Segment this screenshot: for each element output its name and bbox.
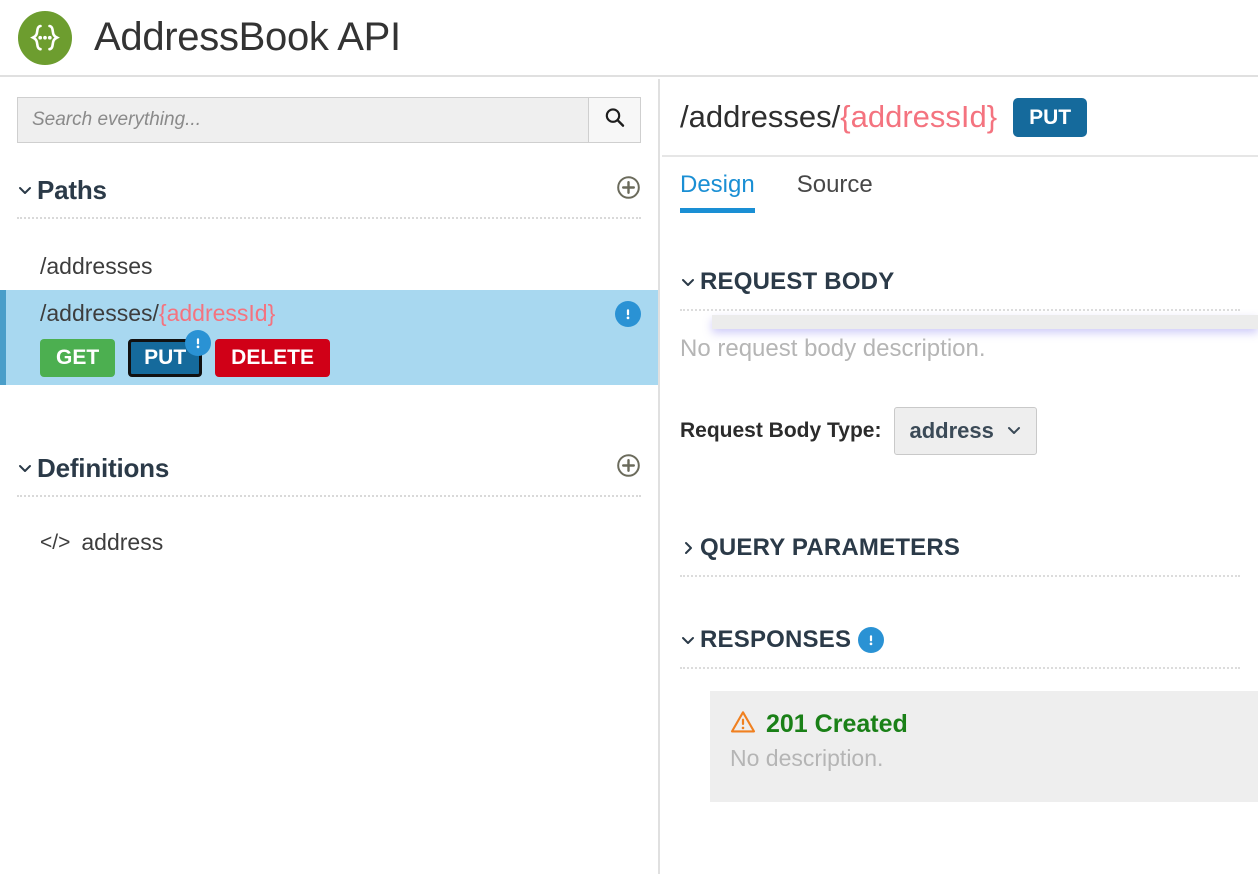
- sidebar-section-title: Definitions: [37, 452, 170, 483]
- detail-header: /addresses/{addressId} PUT: [662, 79, 1258, 157]
- divider: [680, 667, 1240, 669]
- search-icon: [603, 106, 626, 134]
- detail-body: REQUEST BODY No request body description…: [662, 219, 1258, 802]
- request-body-type-value: address: [909, 418, 994, 443]
- request-body-type-row: Request Body Type: address: [662, 407, 1258, 455]
- add-definition-button[interactable]: [615, 453, 641, 483]
- page-title: AddressBook API: [94, 15, 401, 59]
- path-prefix: /addresses/: [40, 300, 159, 327]
- response-description[interactable]: No description.: [730, 745, 1238, 772]
- section-responses-header[interactable]: RESPONSES: [662, 621, 1258, 659]
- sidebar-section-paths-header[interactable]: Paths: [0, 170, 658, 210]
- code-brackets-icon: </>: [40, 530, 71, 554]
- swagger-braces-icon: [18, 10, 72, 65]
- detail-path-parameter: {addressId}: [840, 99, 998, 134]
- path-row-top: /addresses/{addressId}: [40, 298, 641, 329]
- circle-plus-icon: [616, 453, 641, 483]
- sidebar-section-definitions-header[interactable]: Definitions: [0, 448, 658, 488]
- section-title: RESPONSES: [700, 626, 852, 653]
- api-designer-window: AddressBook API Paths: [0, 0, 1258, 874]
- detail-tabs: Design Source: [662, 157, 1258, 219]
- path-label: /addresses: [40, 253, 153, 279]
- chevron-down-icon: [680, 632, 700, 648]
- method-delete-button[interactable]: DELETE: [215, 339, 331, 378]
- section-title: QUERY PARAMETERS: [700, 534, 961, 561]
- response-title-row: 201 Created: [730, 709, 1238, 740]
- search-button[interactable]: [588, 97, 641, 143]
- request-body-description[interactable]: No request body description.: [662, 335, 1258, 363]
- sidebar-path-addresses[interactable]: /addresses: [0, 243, 658, 290]
- request-body-type-select[interactable]: address: [894, 407, 1037, 455]
- chevron-down-icon: [17, 182, 37, 198]
- info-exclamation-icon: [185, 330, 212, 357]
- response-code: 201 Created: [766, 710, 908, 738]
- chevron-down-icon: [680, 274, 700, 290]
- detail-method-badge: PUT: [1013, 97, 1088, 137]
- sidebar-path-addresses-addressid[interactable]: /addresses/{addressId} GET PUT DELETE: [0, 290, 658, 386]
- chevron-down-icon: [17, 460, 37, 476]
- chevron-down-icon: [1006, 418, 1022, 444]
- detail-panel: /addresses/{addressId} PUT Design Source…: [662, 79, 1258, 874]
- sidebar: Paths /addresses /addresses/{addressId}: [0, 79, 660, 874]
- request-body-type-label: Request Body Type:: [680, 419, 882, 442]
- sidebar-definition-address[interactable]: </> address: [0, 521, 658, 564]
- tab-source[interactable]: Source: [797, 171, 873, 213]
- method-put-button[interactable]: PUT: [128, 330, 212, 378]
- definition-label: address: [81, 529, 164, 556]
- method-button-group: GET PUT DELETE: [40, 330, 641, 378]
- warning-triangle-icon: [730, 709, 756, 740]
- method-put-label: PUT: [144, 346, 187, 370]
- path-parameter: {addressId}: [158, 300, 276, 327]
- app-header: AddressBook API: [0, 0, 1258, 77]
- path-label: /addresses/{addressId}: [40, 298, 615, 329]
- section-request-body-header[interactable]: REQUEST BODY: [662, 263, 1258, 301]
- chevron-right-icon: [680, 540, 700, 556]
- section-query-parameters-header[interactable]: QUERY PARAMETERS: [662, 529, 1258, 567]
- add-path-button[interactable]: [615, 175, 641, 205]
- section-title: REQUEST BODY: [700, 268, 895, 295]
- sidebar-section-title: Paths: [37, 174, 107, 205]
- response-item-201[interactable]: 201 Created No description.: [710, 691, 1258, 802]
- circle-plus-icon: [616, 175, 641, 205]
- search-bar: [0, 79, 658, 143]
- info-exclamation-icon: [858, 627, 885, 653]
- search-input[interactable]: [17, 97, 588, 143]
- detail-path-title: /addresses/{addressId}: [680, 99, 997, 135]
- detail-path-prefix: /addresses/: [680, 99, 841, 134]
- method-get-button[interactable]: GET: [40, 339, 116, 378]
- tab-design[interactable]: Design: [680, 171, 755, 213]
- info-exclamation-icon: [615, 300, 641, 327]
